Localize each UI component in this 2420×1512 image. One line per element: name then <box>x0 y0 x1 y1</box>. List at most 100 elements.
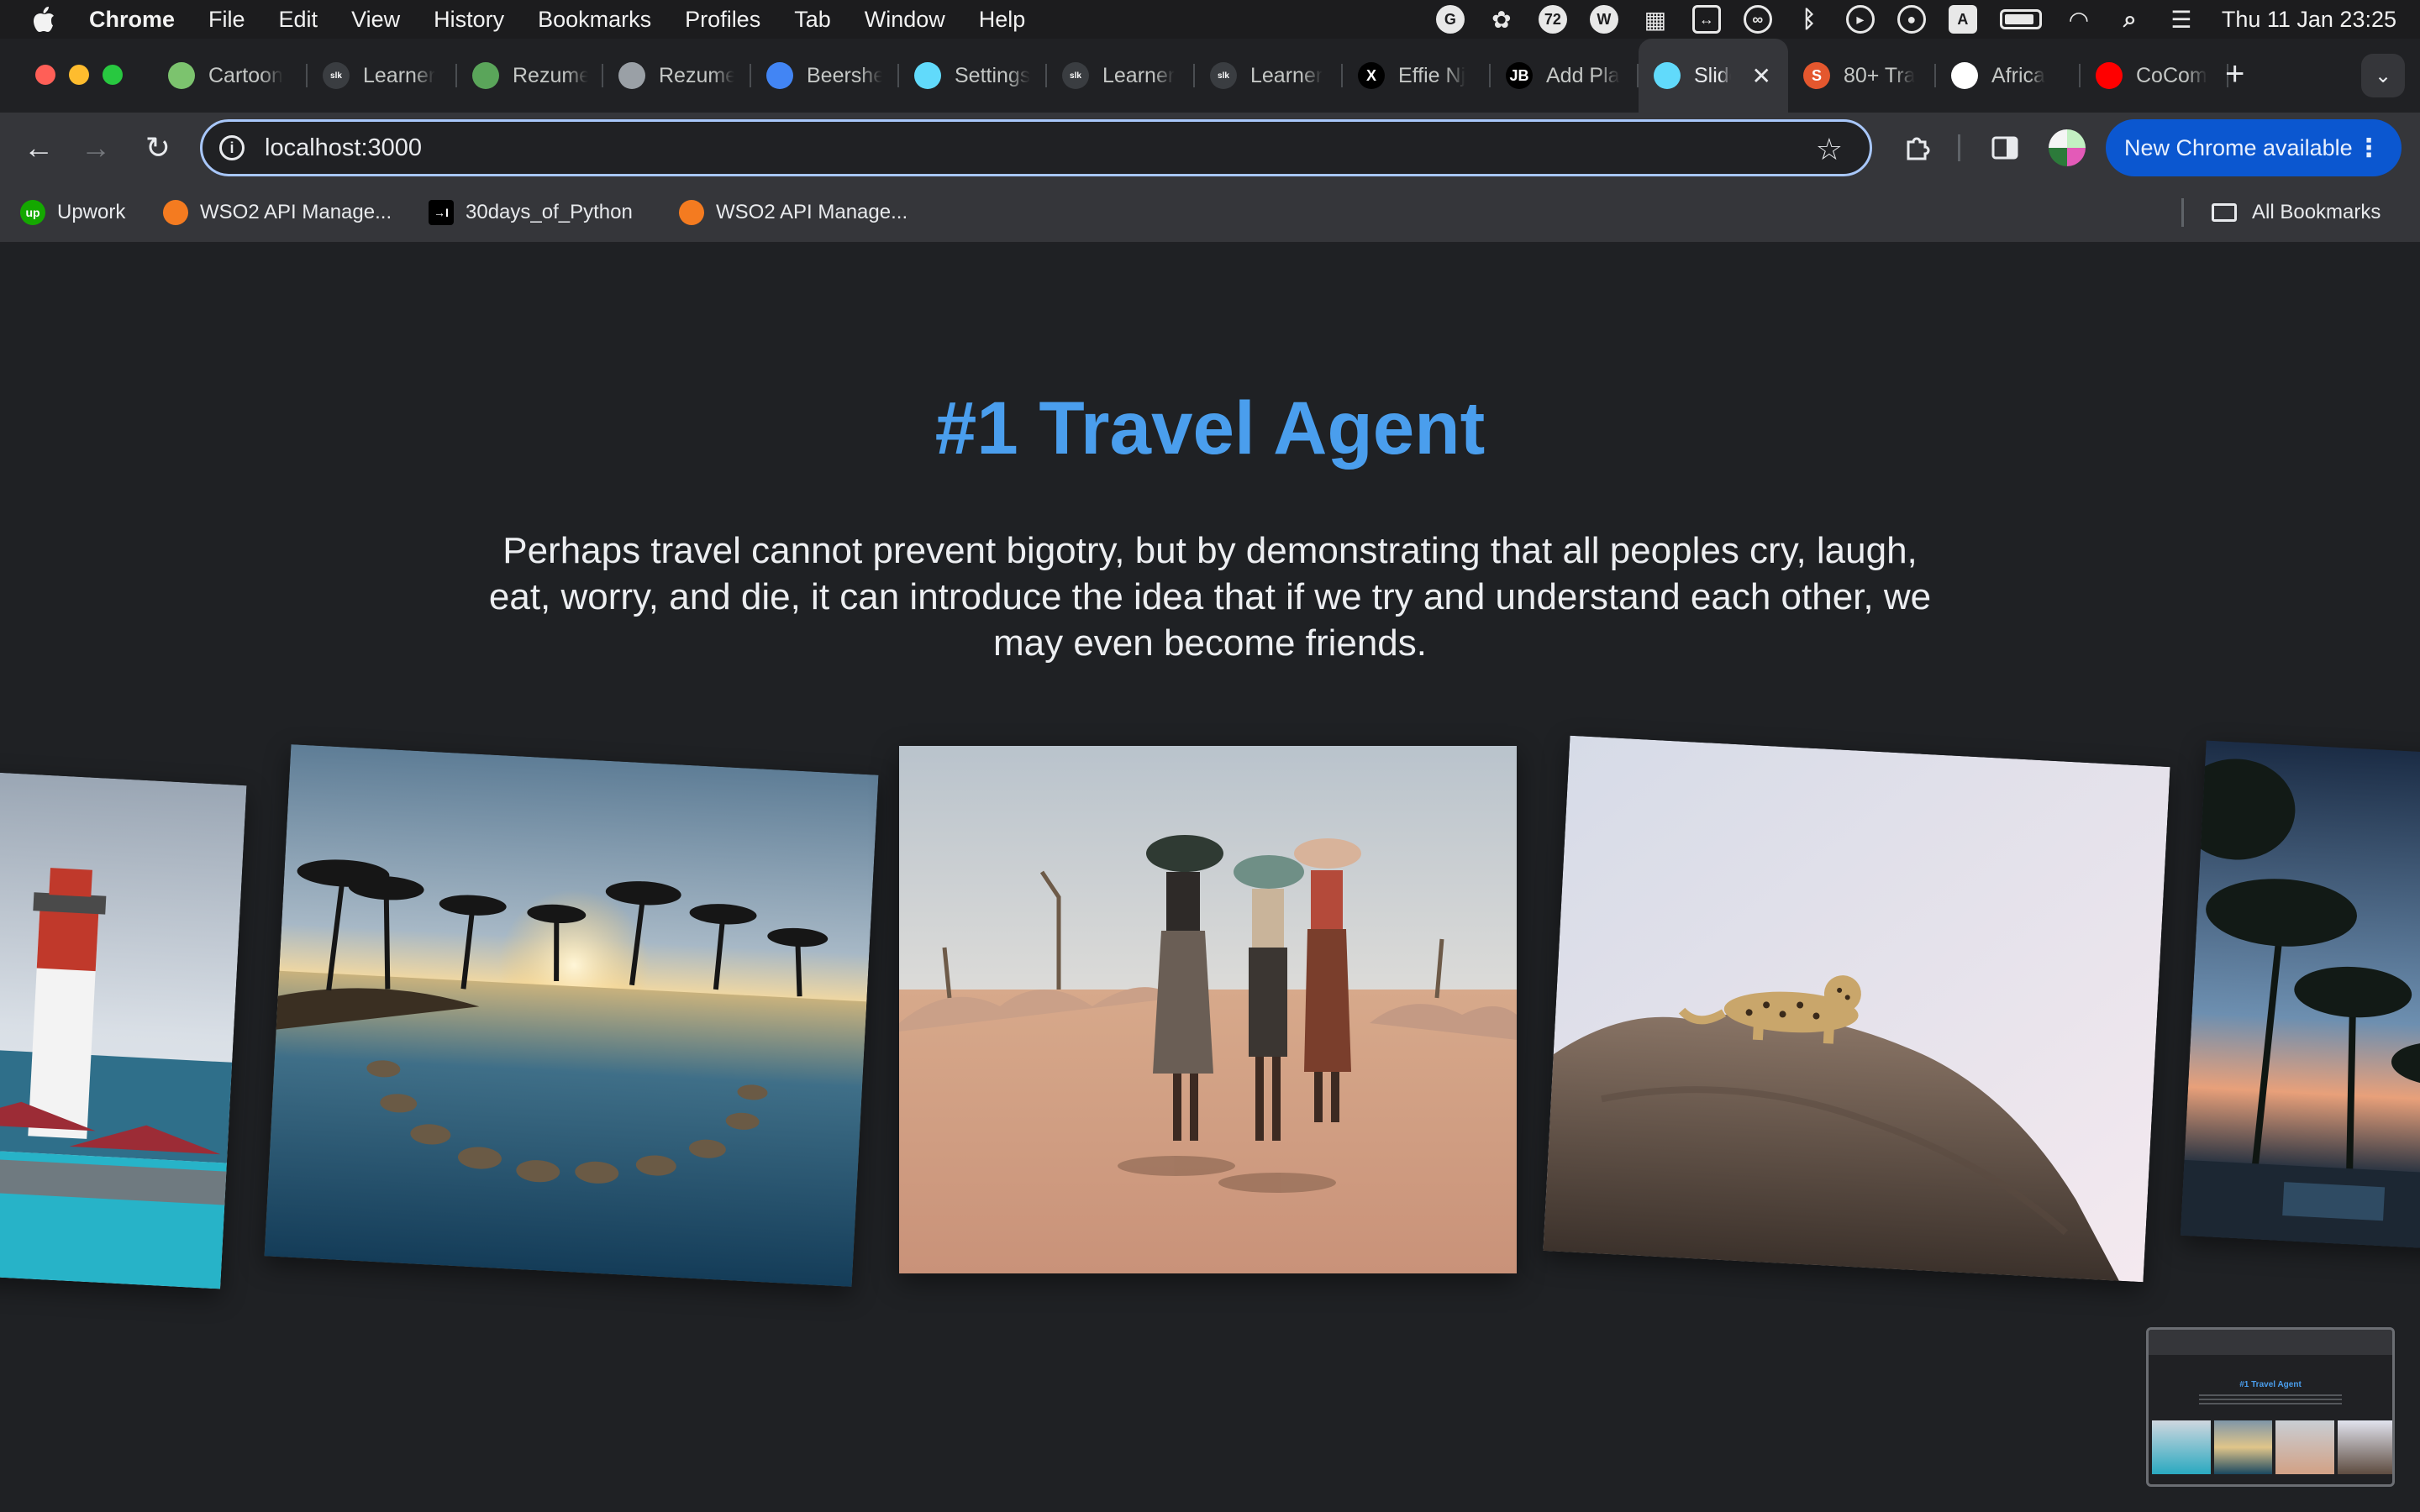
menu-file[interactable]: File <box>208 7 245 33</box>
wso2-icon <box>679 200 704 225</box>
tab-13[interactable]: CoCom <box>2081 39 2228 113</box>
tab-title: Beersheba <box>807 63 882 87</box>
screen-capture-icon[interactable]: ↔ <box>1691 5 1721 34</box>
bluetooth-icon[interactable]: ᛒ <box>1795 5 1823 34</box>
folder-icon <box>2212 203 2237 222</box>
tab-5[interactable]: Settings <box>899 39 1047 113</box>
menu-help[interactable]: Help <box>979 7 1026 33</box>
input-source-icon[interactable]: A <box>1948 5 1977 34</box>
bookmark-label: WSO2 API Manage... <box>716 201 908 223</box>
tab-8[interactable]: X Effie Nj <box>1343 39 1491 113</box>
tab-11[interactable]: S 80+ Tra <box>1788 39 1936 113</box>
bookmark-wso2-1[interactable]: WSO2 API Manage... <box>163 183 392 242</box>
women-baskets-image <box>899 746 1517 1273</box>
stage-manager-icon[interactable]: ▦ <box>1641 5 1670 34</box>
tab-favicon-icon <box>1654 62 1681 89</box>
page-content: #1 Travel Agent Perhaps travel cannot pr… <box>0 244 2420 1512</box>
tropical-palms-image <box>2180 740 2420 1251</box>
extensions-puzzle-icon[interactable] <box>1899 129 1936 166</box>
forward-button[interactable]: → <box>76 128 116 168</box>
tab-2[interactable]: Rezume <box>457 39 603 113</box>
spotlight-icon[interactable]: ⌕ <box>2116 5 2144 34</box>
menu-view[interactable]: View <box>351 7 400 33</box>
slide-lighthouse[interactable] <box>0 770 247 1289</box>
new-chrome-available-button[interactable]: New Chrome available ⋮ <box>2106 119 2402 176</box>
tab-4[interactable]: Beersheba <box>751 39 899 113</box>
tab-favicon-icon <box>168 62 195 89</box>
slide-women-baskets[interactable] <box>899 746 1517 1273</box>
more-menu-icon[interactable]: ⋮ <box>2356 134 2381 163</box>
tab-title: Slider <box>1694 63 1731 87</box>
minimize-window-icon[interactable] <box>69 65 89 85</box>
user-icon[interactable]: ● <box>1897 5 1926 34</box>
tab-7[interactable]: slk Learner <box>1195 39 1343 113</box>
back-button[interactable]: ← <box>18 128 59 168</box>
tab-title: Learner <box>1250 63 1323 87</box>
preview-slides <box>2149 1420 2392 1474</box>
tab-0[interactable]: Cartoon <box>153 39 308 113</box>
bookmark-wso2-2[interactable]: WSO2 API Manage... <box>679 183 908 242</box>
bookmark-upwork[interactable]: up Upwork <box>20 183 125 242</box>
menu-bar-status-area: G ✿ 72 W ▦ ↔ ∞ ᛒ ▸ ● A ◠ ⌕ ☰ Thu 11 Jan … <box>1435 0 2420 39</box>
new-tab-button[interactable]: + <box>2225 57 2244 91</box>
menu-app-name[interactable]: Chrome <box>89 7 175 33</box>
browser-toolbar: ← → ↻ i localhost:3000 ☆ New Chrome avai… <box>0 113 2420 183</box>
tab-9[interactable]: JB Add Pla <box>1491 39 1639 113</box>
tab-favicon-icon <box>1951 62 1978 89</box>
tab-title: Rezume <box>659 63 734 87</box>
profile-avatar[interactable] <box>2049 129 2086 166</box>
reload-button[interactable]: ↻ <box>138 128 178 168</box>
tab-title: 80+ Tra <box>1844 63 1916 87</box>
tab-10[interactable]: Slider ✕ <box>1639 39 1788 113</box>
bookmark-30days-python[interactable]: →I 30days_of_Python <box>429 183 633 242</box>
menu-bookmarks[interactable]: Bookmarks <box>538 7 651 33</box>
menu-profiles[interactable]: Profiles <box>685 7 760 33</box>
control-center-icon[interactable]: ☰ <box>2167 5 2196 34</box>
close-window-icon[interactable] <box>35 65 55 85</box>
leopard-image <box>1543 735 2170 1283</box>
site-info-icon[interactable]: i <box>219 135 245 160</box>
slide-tropical-palms[interactable] <box>2180 740 2420 1251</box>
wifi-icon[interactable]: ◠ <box>2065 5 2093 34</box>
tab-1[interactable]: slk Learner <box>308 39 457 113</box>
play-icon[interactable]: ▸ <box>1845 5 1875 34</box>
menu-window[interactable]: Window <box>865 7 945 33</box>
menu-bar-clock[interactable]: Thu 11 Jan 23:25 <box>2222 7 2396 33</box>
fullscreen-window-icon[interactable] <box>103 65 123 85</box>
raycast-icon[interactable]: ✿ <box>1487 5 1516 34</box>
menu-edit[interactable]: Edit <box>279 7 318 33</box>
preview-toolbar <box>2149 1330 2392 1355</box>
tab-favicon-icon: slk <box>1210 62 1237 89</box>
arrow-right-icon: → <box>81 130 111 165</box>
tab-6[interactable]: slk Learner <box>1047 39 1195 113</box>
side-panel-icon[interactable] <box>1986 129 2023 166</box>
tab-title: Rezume <box>513 63 588 87</box>
apple-logo-icon[interactable] <box>32 6 55 33</box>
creative-cloud-icon[interactable]: ∞ <box>1743 5 1772 34</box>
address-bar-url[interactable]: localhost:3000 <box>265 134 422 162</box>
grammarly-icon[interactable]: G <box>1435 5 1465 34</box>
tab-12[interactable]: Africa <box>1936 39 2081 113</box>
tab-3[interactable]: Rezume <box>603 39 751 113</box>
page-subtitle: Perhaps travel cannot prevent bigotry, b… <box>488 530 1932 664</box>
slide-leopard[interactable] <box>1543 735 2170 1283</box>
tab-list: Cartoon slk Learner Rezume Rezume Beersheba Se… <box>153 39 2228 113</box>
screenshot-preview-thumbnail[interactable]: #1 Travel Agent <box>2146 1327 2395 1487</box>
tab-favicon-icon <box>618 62 645 89</box>
tab-title: Effie Nj <box>1398 63 1466 87</box>
30days-python-icon: →I <box>429 200 454 225</box>
upwork-icon: up <box>20 200 45 225</box>
tab-title: Add Pla <box>1546 63 1620 87</box>
menu-history[interactable]: History <box>434 7 504 33</box>
slide-palm-sunset[interactable] <box>264 744 879 1287</box>
address-bar[interactable]: i localhost:3000 ☆ <box>200 119 1872 176</box>
wordpress-icon[interactable]: W <box>1589 5 1618 34</box>
arrow-left-icon: ← <box>24 130 54 165</box>
menu-tab[interactable]: Tab <box>794 7 831 33</box>
bookmark-star-icon[interactable]: ☆ <box>1816 132 1843 167</box>
tab-close-icon[interactable]: ✕ <box>1752 62 1771 90</box>
messages-badge-icon[interactable]: 72 <box>1538 5 1567 34</box>
battery-icon[interactable] <box>1999 9 2042 29</box>
tab-search-button[interactable]: ⌄ <box>2361 54 2405 97</box>
all-bookmarks-button[interactable]: All Bookmarks <box>2212 183 2381 242</box>
